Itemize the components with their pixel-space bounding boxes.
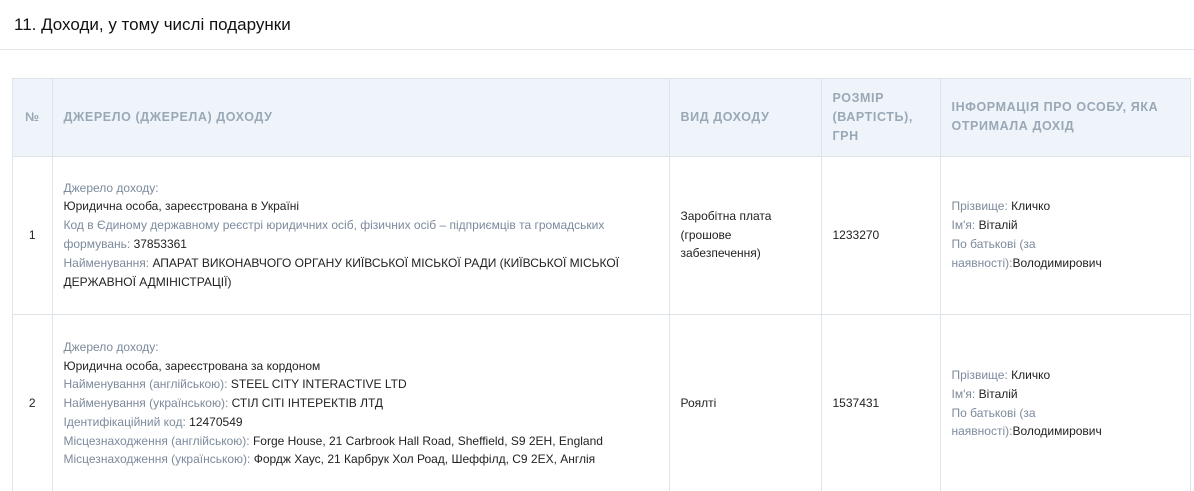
org-name-uk-line: Найменування (українською): СТІЛ СІТІ ІН… — [64, 394, 658, 413]
surname-label: Прізвище: — [951, 199, 1008, 214]
income-table-container: № Джерело (джерела) доходу Вид доходу Ро… — [12, 78, 1191, 491]
surname-value: Кличко — [1011, 199, 1051, 214]
org-name-line: Найменування: АПАРАТ ВИКОНАВЧОГО ОРГАНУ … — [64, 254, 658, 292]
org-id-label: Ідентифікаційний код: — [63, 414, 186, 429]
table-row: 1 Джерело доходу: Юридична особа, зареєс… — [13, 156, 1190, 315]
first-name-value: Віталій — [978, 386, 1018, 401]
org-name-en-value: STEEL CITY INTERACTIVE LTD — [230, 377, 407, 392]
source-value: Юридична особа, зареєстрована за кордоно… — [63, 358, 321, 373]
location-uk-line: Місцезнаходження (українською): Фордж Ха… — [64, 450, 658, 469]
recipient-info-cell: Прізвище: Кличко Ім'я: Віталій По батько… — [940, 314, 1190, 491]
income-table: № Джерело (джерела) доходу Вид доходу Ро… — [13, 79, 1190, 491]
surname-label: Прізвище: — [951, 367, 1008, 382]
location-uk-value: Фордж Хаус, 21 Карбрук Хол Роад, Шеффілд… — [253, 452, 596, 467]
patronymic-value: Володимирович — [1012, 255, 1102, 270]
first-name-value: Віталій — [978, 218, 1018, 233]
header-type: Вид доходу — [669, 79, 822, 157]
recipient-info-cell: Прізвище: Кличко Ім'я: Віталій По батько… — [940, 156, 1190, 315]
org-id-value: 12470549 — [189, 414, 243, 429]
section-header: 11. Доходи, у тому числі подарунки — [0, 0, 1194, 50]
first-name-line: Ім'я: Віталій — [952, 216, 1182, 235]
source-value: Юридична особа, зареєстрована в Україні — [63, 199, 300, 214]
source-label: Джерело доходу: — [63, 180, 159, 195]
surname-value: Кличко — [1011, 367, 1051, 382]
row-number: 2 — [13, 314, 53, 491]
income-type-cell: Роялті — [669, 314, 822, 491]
table-header-row: № Джерело (джерела) доходу Вид доходу Ро… — [13, 79, 1190, 157]
location-en-line: Місцезнаходження (англійською): Forge Ho… — [64, 432, 658, 451]
patronymic-value: Володимирович — [1012, 424, 1102, 439]
location-en-value: Forge House, 21 Carbrook Hall Road, Shef… — [252, 433, 603, 448]
edrpou-value: 37853361 — [133, 237, 187, 251]
first-name-line: Ім'я: Віталій — [952, 385, 1182, 404]
first-name-label: Ім'я: — [951, 386, 976, 401]
header-num: № — [13, 79, 53, 157]
income-source-cell: Джерело доходу: Юридична особа, зареєстр… — [52, 314, 670, 491]
patronymic-line: По батькові (за наявності):Володимирович — [952, 235, 1182, 273]
edrpou-line: Код в Єдиному державному реєстрі юридичн… — [64, 216, 658, 254]
header-amount: Розмір (вартість), грн — [821, 79, 941, 157]
income-type-cell: Заробітна плата (грошове забезпечення) — [669, 156, 822, 315]
source-label: Джерело доходу: — [63, 339, 159, 354]
income-source-cell: Джерело доходу: Юридична особа, зареєстр… — [52, 156, 670, 315]
org-name-uk-label: Найменування (українською): — [63, 396, 229, 411]
table-row: 2 Джерело доходу: Юридична особа, зареєс… — [13, 314, 1190, 491]
header-person: Інформація про особу, яка отримала дохід — [940, 79, 1190, 157]
section-title: 11. Доходи, у тому числі подарунки — [14, 14, 291, 34]
org-name-label: Найменування: — [63, 255, 150, 270]
location-en-label: Місцезнаходження (англійською): — [63, 433, 250, 448]
org-id-line: Ідентифікаційний код: 12470549 — [64, 413, 658, 432]
org-name-en-label: Найменування (англійською): — [63, 377, 228, 392]
patronymic-line: По батькові (за наявності):Володимирович — [952, 404, 1182, 442]
income-amount-cell: 1233270 — [821, 156, 941, 315]
row-number: 1 — [13, 156, 53, 315]
org-name-uk-value: СТІЛ СІТІ ІНТЕРЕКТІВ ЛТД — [231, 396, 384, 411]
income-amount-cell: 1537431 — [821, 314, 941, 491]
location-uk-label: Місцезнаходження (українською): — [63, 452, 251, 467]
first-name-label: Ім'я: — [951, 218, 976, 233]
org-name-en-line: Найменування (англійською): STEEL CITY I… — [64, 375, 658, 394]
surname-line: Прізвище: Кличко — [952, 366, 1182, 385]
header-source: Джерело (джерела) доходу — [52, 79, 670, 157]
surname-line: Прізвище: Кличко — [952, 197, 1182, 216]
